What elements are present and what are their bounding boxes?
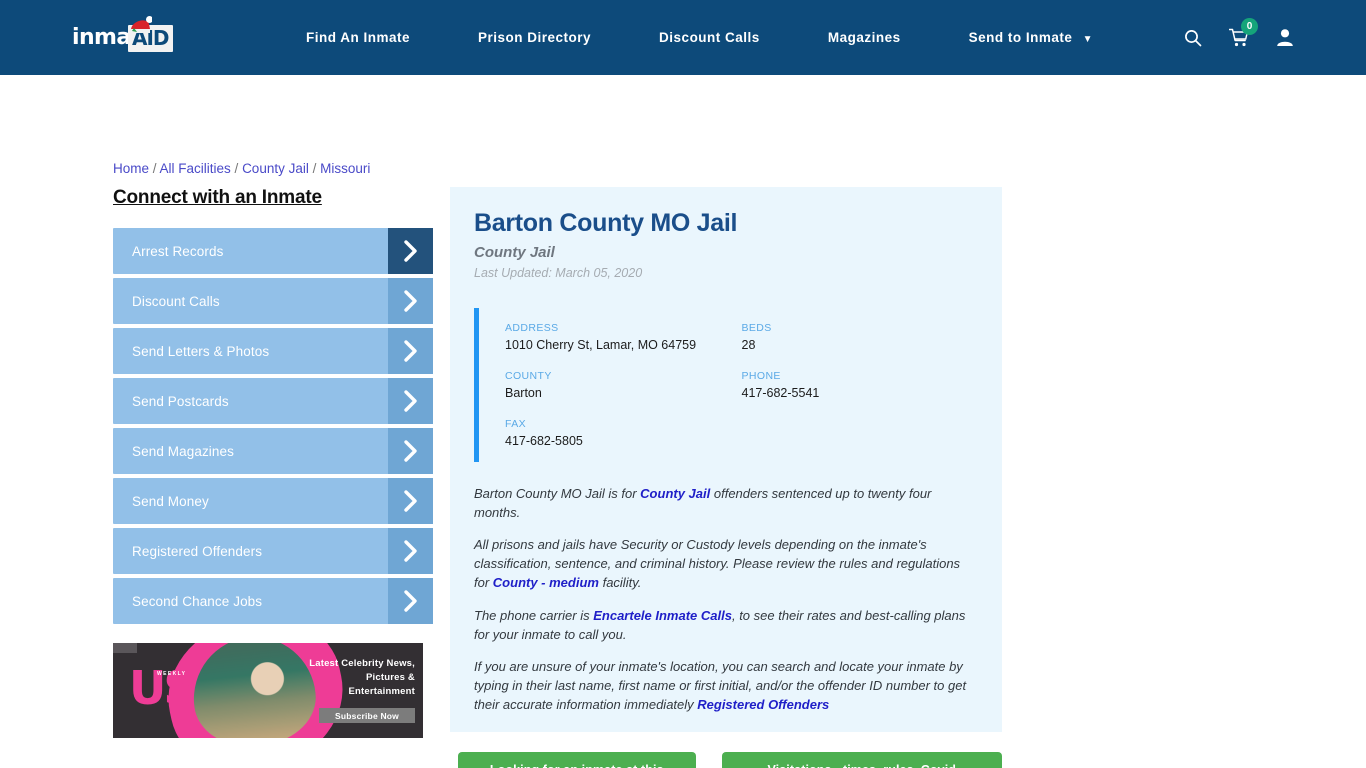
- cart-count-badge: 0: [1241, 18, 1258, 35]
- nav-item-send-to-inmate[interactable]: Send to Inmate ▼: [935, 30, 1127, 45]
- sidebar-item-label: Send Magazines: [132, 443, 234, 459]
- description-paragraph: Barton County MO Jail is for County Jail…: [474, 484, 978, 522]
- last-updated: Last Updated: March 05, 2020: [474, 266, 643, 280]
- spec-label: ADDRESS: [505, 322, 559, 334]
- description-paragraph: If you are unsure of your inmate's locat…: [474, 657, 978, 714]
- spec-value: 28: [741, 338, 756, 352]
- chevron-right-icon: [388, 578, 433, 624]
- visitations-button[interactable]: Visitations - times, rules, Covid cancel…: [721, 752, 1002, 768]
- sidebar-item-send-money[interactable]: Send Money: [113, 478, 433, 524]
- description-paragraph: The phone carrier is Encartele Inmate Ca…: [474, 606, 978, 644]
- cta-button-row: Looking for an inmate at this facility? …: [450, 752, 1002, 768]
- breadcrumb-separator: /: [308, 161, 321, 176]
- spec-label: PHONE: [741, 370, 781, 382]
- santa-hat-icon: [130, 15, 152, 33]
- sidebar-item-discount-calls[interactable]: Discount Calls: [113, 278, 433, 324]
- spec-label: BEDS: [741, 322, 772, 334]
- sidebar-item-registered-offenders[interactable]: Registered Offenders: [113, 528, 433, 574]
- spec-phone: PHONE 417-682-5541: [742, 370, 979, 400]
- site-logo[interactable]: inmate AID: [72, 15, 194, 55]
- nav-item-send-to-inmate-label: Send to Inmate: [968, 30, 1073, 45]
- breadcrumb-item-missouri[interactable]: Missouri: [320, 161, 370, 176]
- spec-value: 417-682-5541: [741, 386, 820, 400]
- find-inmate-button[interactable]: Looking for an inmate at this facility?: [458, 752, 696, 768]
- spec-beds: BEDS 28: [742, 322, 979, 352]
- ad-brand-sublabel: WEEKLY: [157, 671, 187, 677]
- breadcrumb-separator: /: [230, 161, 243, 176]
- sidebar-item-send-magazines[interactable]: Send Magazines: [113, 428, 433, 474]
- sidebar-ad-banner[interactable]: US WEEKLY Latest Celebrity News, Picture…: [113, 643, 423, 738]
- breadcrumb-item-county-jail[interactable]: County Jail: [242, 161, 309, 176]
- sidebar-item-label: Arrest Records: [132, 243, 224, 259]
- search-icon: [1185, 29, 1202, 46]
- spec-value: 417-682-5805: [505, 434, 583, 448]
- sidebar-item-label: Send Letters & Photos: [132, 343, 270, 359]
- sidebar-item-label: Send Postcards: [132, 393, 229, 409]
- spec-county: COUNTY Barton: [505, 370, 742, 400]
- nav-item-magazines[interactable]: Magazines: [794, 30, 935, 45]
- spec-label: FAX: [505, 418, 527, 430]
- nav-item-discount-calls[interactable]: Discount Calls: [625, 30, 794, 45]
- user-icon: [1277, 29, 1293, 46]
- spec-address: ADDRESS 1010 Cherry St, Lamar, MO 64759: [505, 322, 742, 352]
- inline-text: Barton County MO Jail is for: [474, 486, 641, 501]
- inline-link[interactable]: Registered Offenders: [697, 697, 829, 712]
- spec-fax: FAX 417-682-5805: [505, 418, 742, 448]
- spec-value: 1010 Cherry St, Lamar, MO 64759: [505, 338, 697, 352]
- sidebar-item-label: Second Chance Jobs: [132, 593, 263, 609]
- chevron-right-icon: [388, 378, 433, 424]
- page-title: Barton County MO Jail: [474, 209, 738, 237]
- facility-info-card: Barton County MO Jail County Jail Last U…: [450, 187, 1002, 733]
- ad-subscribe-button[interactable]: Subscribe Now: [319, 708, 415, 723]
- sidebar-item-label: Send Money: [132, 493, 209, 509]
- chevron-right-icon: [388, 228, 433, 274]
- nav-item-prison-directory[interactable]: Prison Directory: [444, 30, 625, 45]
- sidebar-title: Connect with an Inmate: [113, 187, 322, 208]
- sidebar-item-second-chance-jobs[interactable]: Second Chance Jobs: [113, 578, 433, 624]
- facility-type: County Jail: [474, 244, 555, 261]
- chevron-right-icon: [388, 478, 433, 524]
- search-button[interactable]: [1170, 29, 1216, 47]
- site-header: inmate AID Find An Inmate Prison Directo…: [0, 0, 1366, 75]
- facility-specs: ADDRESS 1010 Cherry St, Lamar, MO 64759 …: [474, 308, 978, 462]
- sidebar-item-send-postcards[interactable]: Send Postcards: [113, 378, 433, 424]
- sidebar: Connect with an Inmate Arrest Records Di…: [113, 187, 433, 628]
- nav-item-find-an-inmate[interactable]: Find An Inmate: [272, 30, 444, 45]
- sidebar-item-send-letters-photos[interactable]: Send Letters & Photos: [113, 328, 433, 374]
- chevron-right-icon: [388, 528, 433, 574]
- cart-button[interactable]: 0: [1216, 18, 1262, 47]
- chevron-right-icon: [388, 328, 433, 374]
- chevron-right-icon: [388, 278, 433, 324]
- breadcrumb-item-home[interactable]: Home: [113, 161, 149, 176]
- spec-value: Barton: [505, 386, 542, 400]
- breadcrumb: Home / All Facilities / County Jail / Mi…: [113, 161, 370, 176]
- description-paragraph: All prisons and jails have Security or C…: [474, 535, 978, 592]
- chevron-down-icon: ▼: [1082, 34, 1094, 45]
- main-content: Barton County MO Jail County Jail Last U…: [450, 187, 1002, 768]
- header-actions: 0: [1170, 18, 1308, 47]
- inline-text: The phone carrier is: [474, 607, 594, 623]
- inline-text: facility.: [598, 575, 642, 591]
- chevron-right-icon: [388, 428, 433, 474]
- ad-corner-marker: [113, 643, 137, 653]
- sidebar-item-label: Discount Calls: [132, 293, 220, 309]
- inline-link[interactable]: County - medium: [493, 575, 599, 590]
- inline-link[interactable]: County Jail: [640, 486, 710, 501]
- breadcrumb-separator: /: [149, 161, 160, 176]
- sidebar-item-arrest-records[interactable]: Arrest Records: [113, 228, 433, 274]
- account-button[interactable]: [1262, 28, 1308, 47]
- facility-description: Barton County MO Jail is for County Jail…: [474, 484, 978, 714]
- spec-label: COUNTY: [505, 370, 552, 382]
- main-nav: Find An Inmate Prison Directory Discount…: [272, 30, 1127, 45]
- ad-headline: Latest Celebrity News, Pictures & Entert…: [309, 658, 415, 697]
- sidebar-item-label: Registered Offenders: [132, 543, 263, 559]
- inline-link[interactable]: Encartele Inmate Calls: [593, 608, 732, 623]
- breadcrumb-item-all-facilities[interactable]: All Facilities: [160, 161, 231, 176]
